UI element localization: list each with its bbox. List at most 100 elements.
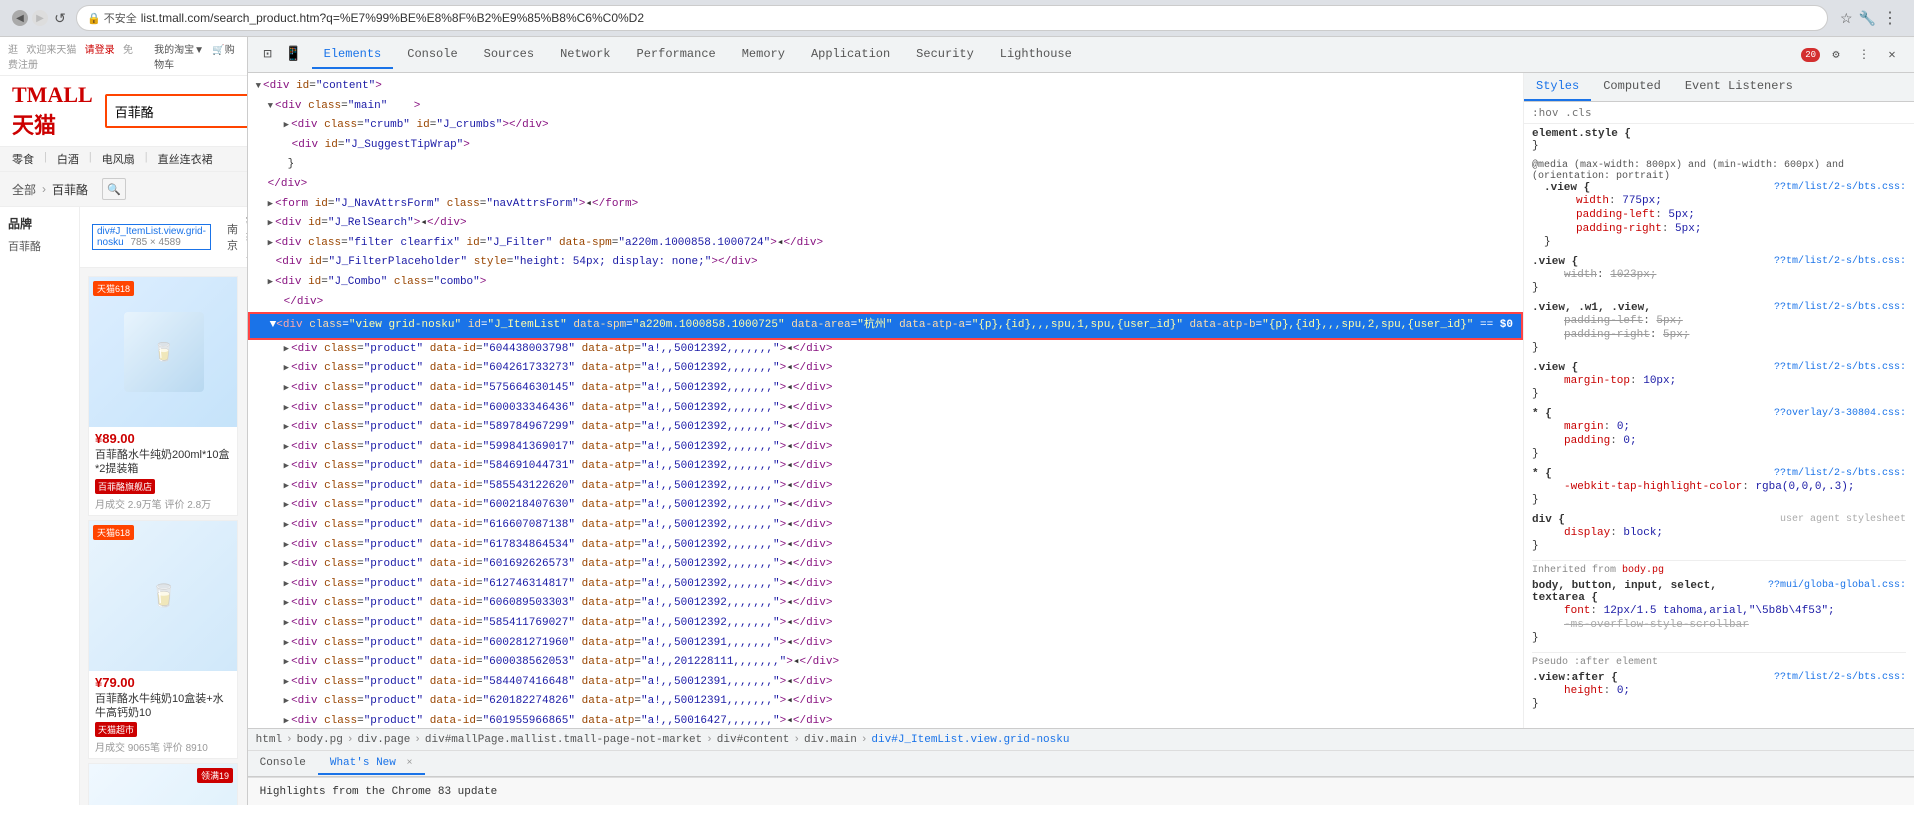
dom-line-9[interactable]: <div id="J_FilterPlaceholder" style="hei… [248, 253, 1523, 273]
dom-line-p5[interactable]: ▶<div class="product" data-id="589784967… [248, 418, 1523, 438]
dom-line-4[interactable]: } [248, 155, 1523, 175]
dom-line-p9[interactable]: ▶<div class="product" data-id="600218407… [248, 496, 1523, 516]
dom-line-p12[interactable]: ▶<div class="product" data-id="601692626… [248, 555, 1523, 575]
device-icon[interactable]: 📱 [282, 43, 306, 67]
style-source-2[interactable]: ??tm/list/2-s/bts.css: [1774, 256, 1906, 267]
style-source-8[interactable]: ??tm/list/2-s/bts.css: [1774, 672, 1906, 683]
dom-line-1[interactable]: ▼<div class="main" > [248, 97, 1523, 117]
tab-elements[interactable]: Elements [312, 41, 394, 69]
console-tab-strip: Console What's New × [248, 751, 1914, 777]
tab-security[interactable]: Security [904, 41, 986, 69]
topbar-nav: 逛 欢迎来天猫 请登录 免费注册 [8, 41, 138, 71]
dom-line-8[interactable]: ▶<div class="filter clearfix" id="J_Filt… [248, 234, 1523, 254]
dom-line-6[interactable]: ▶<form id="J_NavAttrsForm" class="navAtt… [248, 195, 1523, 215]
dom-line-p13[interactable]: ▶<div class="product" data-id="612746314… [248, 575, 1523, 595]
devtools-toolbar: ⊡ 📱 Elements Console Sources Network Per… [248, 37, 1914, 73]
search-input[interactable] [107, 96, 248, 126]
tab-console[interactable]: Console [395, 41, 469, 69]
dom-line-0[interactable]: ▼<div id="content"> [248, 77, 1523, 97]
styles-tabs: Styles Computed Event Listeners [1524, 73, 1914, 102]
style-source-6[interactable]: ??tm/list/2-s/bts.css: [1774, 468, 1906, 479]
tab-network[interactable]: Network [548, 41, 622, 69]
dom-line-p17[interactable]: ▶<div class="product" data-id="600038562… [248, 653, 1523, 673]
dom-line-5[interactable]: </div> [248, 175, 1523, 195]
nav-dianfengshan[interactable]: 电风扇 [102, 151, 135, 167]
bookmark-icon[interactable]: ☆ [1840, 10, 1853, 27]
more-menu-icon[interactable]: ⋮ [1882, 8, 1898, 28]
whatsnew-close-btn[interactable]: × [406, 758, 412, 769]
dom-line-p1[interactable]: ▶<div class="product" data-id="604438003… [248, 340, 1523, 360]
forward-btn[interactable]: ▶ [32, 10, 48, 26]
styles-filter-input[interactable] [1532, 106, 1906, 119]
product-info-2: ¥79.00 百菲酪水牛纯奶10盒装+水牛高钙奶10 天猫超市 月成交 9065… [89, 671, 237, 759]
dom-line-p2[interactable]: ▶<div class="product" data-id="604261733… [248, 359, 1523, 379]
tab-application[interactable]: Application [799, 41, 902, 69]
style-source-3[interactable]: ??tm/list/2-s/bts.css: [1774, 302, 1906, 313]
webpage-topbar: 逛 欢迎来天猫 请登录 免费注册 我的淘宝▼ 🛒购物车 [0, 37, 247, 76]
tab-computed[interactable]: Computed [1591, 73, 1673, 101]
path-html[interactable]: html [256, 734, 282, 746]
product-card-2[interactable]: 🥛 天猫618 ¥79.00 百菲酪水牛纯奶10盒装+水牛高钙奶10 天猫超市 … [88, 520, 238, 760]
whatsnew-tab-btn[interactable]: What's New × [318, 753, 425, 775]
dom-line-p4[interactable]: ▶<div class="product" data-id="600033346… [248, 399, 1523, 419]
dom-line-p3[interactable]: ▶<div class="product" data-id="575664630… [248, 379, 1523, 399]
tab-performance[interactable]: Performance [625, 41, 728, 69]
settings-icon[interactable]: ⚙ [1824, 43, 1848, 67]
dom-line-p14[interactable]: ▶<div class="product" data-id="606089503… [248, 594, 1523, 614]
path-mallpage[interactable]: div#mallPage.mallist.tmall-page-not-mark… [425, 734, 702, 746]
dom-line-p8[interactable]: ▶<div class="product" data-id="585543122… [248, 477, 1523, 497]
overflow-menu-icon[interactable]: ⋮ [1852, 43, 1876, 67]
style-source-4[interactable]: ??tm/list/2-s/bts.css: [1774, 362, 1906, 373]
dom-line-3[interactable]: <div id="J_SuggestTipWrap"> [248, 136, 1523, 156]
tab-event-listeners[interactable]: Event Listeners [1673, 73, 1805, 101]
path-body[interactable]: body.pg [297, 734, 343, 746]
console-tab-btn[interactable]: Console [248, 753, 318, 775]
back-btn[interactable]: ◀ [12, 10, 28, 26]
path-itemlist[interactable]: div#J_ItemList.view.grid-nosku [871, 734, 1069, 746]
tab-sources[interactable]: Sources [472, 41, 546, 69]
dom-line-p15[interactable]: ▶<div class="product" data-id="585411769… [248, 614, 1523, 634]
close-devtools-icon[interactable]: ✕ [1880, 43, 1904, 67]
dom-line-2[interactable]: ▶<div class="crumb" id="J_crumbs"></div> [248, 116, 1523, 136]
path-div-page[interactable]: div.page [357, 734, 410, 746]
dom-line-p18[interactable]: ▶<div class="product" data-id="584407416… [248, 673, 1523, 693]
tab-styles[interactable]: Styles [1524, 73, 1591, 101]
inspect-icon[interactable]: ⊡ [256, 43, 280, 67]
dom-line-11[interactable]: </div> [248, 293, 1523, 313]
dom-line-p11[interactable]: ▶<div class="product" data-id="617834864… [248, 536, 1523, 556]
breadcrumb-home[interactable]: 全部 [12, 181, 36, 198]
devtools-bottom-breadcrumb: html › body.pg › div.page › div#mallPage… [248, 728, 1914, 750]
dom-line-p6[interactable]: ▶<div class="product" data-id="599841369… [248, 438, 1523, 458]
style-source-1[interactable]: ??tm/list/2-s/bts.css: [1774, 182, 1906, 193]
nav-zhisi[interactable]: 直丝连衣裙 [158, 151, 213, 167]
style-source-7[interactable]: ??mui/globa-global.css: [1768, 580, 1906, 591]
webpage-panel: 逛 欢迎来天猫 请登录 免费注册 我的淘宝▼ 🛒购物车 TMALL天猫 搜索 手… [0, 37, 248, 805]
dom-line-7[interactable]: ▶<div id="J_RelSearch">◂</div> [248, 214, 1523, 234]
product-card-3[interactable]: 🥛 领满19 ¥69.90 百菲酪200ml* 天猫超市 月成交 2.7万 [88, 763, 238, 805]
dom-line-p7[interactable]: ▶<div class="product" data-id="584691044… [248, 457, 1523, 477]
tab-lighthouse[interactable]: Lighthouse [988, 41, 1084, 69]
extension-icon[interactable]: 🔧 [1859, 10, 1876, 27]
dom-line-p10[interactable]: ▶<div class="product" data-id="616607087… [248, 516, 1523, 536]
nav-lingshi[interactable]: 零食 [12, 151, 34, 167]
product-grid: 🥛 天猫618 ¥89.00 百菲酪水牛纯奶200ml*10盒*2提装箱 百菲酪… [80, 268, 247, 805]
path-content[interactable]: div#content [717, 734, 790, 746]
location-label: 南京 [227, 221, 238, 253]
dom-line-selected[interactable]: ▼<div class="view grid-nosku" id="J_Item… [248, 312, 1523, 340]
dom-line-p20[interactable]: ▶<div class="product" data-id="601955966… [248, 712, 1523, 728]
badge-discount-3: 领满19 [197, 768, 233, 783]
path-main[interactable]: div.main [804, 734, 857, 746]
whatsnew-tab-label: What's New [330, 757, 396, 769]
content-area: 品牌 百菲酪 div#J_ItemList.view.grid-nosku 78… [0, 207, 247, 805]
product-card-1[interactable]: 🥛 天猫618 ¥89.00 百菲酪水牛纯奶200ml*10盒*2提装箱 百菲酪… [88, 276, 238, 516]
dom-line-10[interactable]: ▶<div id="J_Combo" class="combo"> [248, 273, 1523, 293]
dom-line-p19[interactable]: ▶<div class="product" data-id="620182274… [248, 692, 1523, 712]
address-bar[interactable]: 🔒 不安全 list.tmall.com/search_product.htm?… [76, 5, 1828, 31]
tab-memory[interactable]: Memory [730, 41, 797, 69]
style-prop-display-block: display: block; [1548, 526, 1906, 540]
filter-brand-value[interactable]: 百菲酪 [8, 238, 71, 254]
refresh-btn[interactable]: ↺ [52, 10, 68, 26]
dom-line-p16[interactable]: ▶<div class="product" data-id="600281271… [248, 634, 1523, 654]
style-source-5[interactable]: ??overlay/3-30804.css: [1774, 408, 1906, 419]
nav-baijiu[interactable]: 白酒 [57, 151, 79, 167]
